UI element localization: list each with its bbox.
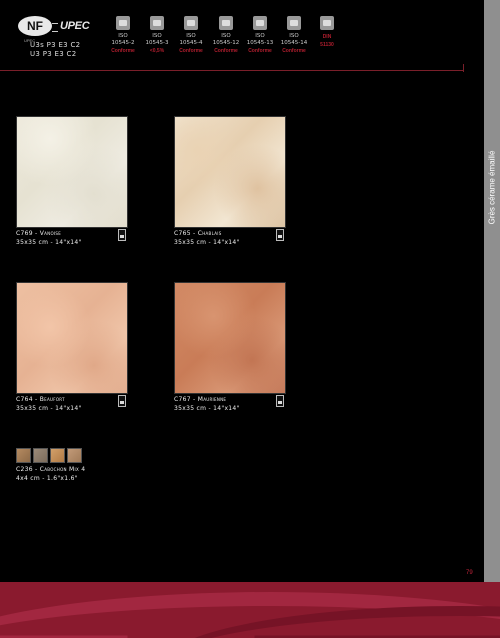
product-name: C769 - Vanoise [16, 230, 62, 237]
product-card: C765 - Chablais 35x35 cm - 14"x14" [174, 116, 286, 251]
mix-caption: C236 - Cabochon Mix 4 4x4 cm - 1.6"x1.6" [16, 465, 136, 487]
iso-number: 10545-12 [212, 40, 240, 46]
product-card: C767 - Maurienne 35x35 cm - 14"x14" [174, 282, 286, 417]
iso-number: 10545-3 [145, 40, 169, 46]
iso-number: 10545-2 [111, 40, 135, 46]
section-title-text: Grès cérame émaillé [487, 150, 497, 225]
product-caption: C765 - Chablais 35x35 cm - 14"x14" [174, 229, 286, 251]
product-name: C767 - Maurienne [174, 396, 227, 403]
tile-image [16, 116, 128, 228]
mix-swatch [33, 448, 48, 463]
upec-logo: UPEC [51, 20, 90, 32]
product-name: C764 - Beaufort [16, 396, 65, 403]
iso-result: Conforme [179, 48, 203, 54]
iso-result: <0,5% [149, 48, 165, 54]
din-label: DIN [322, 34, 332, 40]
mix-swatch [16, 448, 31, 463]
catalog-page: NF UPEC UPEC U3s P3 E3 C2 U3 P3 E3 C2 IS… [0, 0, 500, 638]
din-number: 51130 [320, 42, 334, 48]
product-caption: C764 - Beaufort 35x35 cm - 14"x14" [16, 395, 128, 417]
iso-badge: ISO 10545-13 Conforme [243, 16, 277, 55]
pei-rating-icon [118, 229, 126, 241]
mix-tile-swatches [16, 448, 136, 463]
iso-label: ISO [221, 33, 231, 39]
pei-rating-icon [118, 395, 126, 407]
nf-logo: NF [18, 16, 52, 36]
stain-icon [287, 16, 301, 30]
iso-result: Conforme [282, 48, 306, 54]
iso-badge: ISO 10545-2 Conforme [106, 16, 140, 55]
iso-result: Conforme [214, 48, 238, 54]
iso-result: Conforme [111, 48, 135, 54]
water-drop-icon [150, 16, 164, 30]
product-card: C769 - Vanoise 35x35 cm - 14"x14" [16, 116, 128, 251]
pei-rating-icon [276, 229, 284, 241]
mix-swatch [50, 448, 65, 463]
footer-decoration [0, 582, 500, 638]
tile-image [16, 282, 128, 394]
iso-number: 10545-14 [280, 40, 308, 46]
section-title: Grès cérame émaillé [484, 80, 500, 225]
product-dimensions: 35x35 cm - 14"x14" [174, 405, 240, 412]
cert-classification-2: U3 P3 E3 C2 [30, 50, 77, 58]
mix-swatch [67, 448, 82, 463]
product-card: C764 - Beaufort 35x35 cm - 14"x14" [16, 282, 128, 417]
product-dimensions: 35x35 cm - 14"x14" [16, 239, 82, 246]
iso-number: 10545-13 [246, 40, 274, 46]
product-dimensions: 35x35 cm - 14"x14" [174, 239, 240, 246]
tile-image [174, 282, 286, 394]
iso-label: ISO [152, 33, 162, 39]
mix-name: C236 - Cabochon Mix 4 [16, 466, 86, 473]
page-number: 79 [466, 570, 473, 576]
header-divider [0, 64, 464, 72]
cert-classification-1: U3s P3 E3 C2 [30, 41, 81, 49]
product-name: C765 - Chablais [174, 230, 222, 237]
iso-number: 10545-4 [179, 40, 203, 46]
certification-logos: NF UPEC UPEC [16, 14, 106, 43]
iso-label: ISO [255, 33, 265, 39]
iso-label: ISO [118, 33, 128, 39]
mix-dimensions: 4x4 cm - 1.6"x1.6" [16, 475, 78, 482]
iso-result: Conforme [248, 48, 272, 54]
pei-rating-icon [276, 395, 284, 407]
iso-badge: ISO 10545-14 Conforme [277, 16, 311, 55]
product-caption: C769 - Vanoise 35x35 cm - 14"x14" [16, 229, 128, 251]
iso-label: ISO [289, 33, 299, 39]
iso-badge: ISO 10545-4 Conforme [174, 16, 208, 55]
tile-icon [116, 16, 130, 30]
weight-icon [184, 16, 198, 30]
frost-icon [219, 16, 233, 30]
iso-badge: ISO 10545-12 Conforme [209, 16, 243, 55]
chemical-icon [253, 16, 267, 30]
product-dimensions: 35x35 cm - 14"x14" [16, 405, 82, 412]
din-icon [320, 16, 334, 30]
iso-label: ISO [186, 33, 196, 39]
product-caption: C767 - Maurienne 35x35 cm - 14"x14" [174, 395, 286, 417]
cabochon-mix: C236 - Cabochon Mix 4 4x4 cm - 1.6"x1.6" [16, 448, 136, 487]
iso-badge: ISO 10545-3 <0,5% [140, 16, 174, 55]
din-badge: DIN 51130 [310, 16, 344, 49]
tile-image [174, 116, 286, 228]
